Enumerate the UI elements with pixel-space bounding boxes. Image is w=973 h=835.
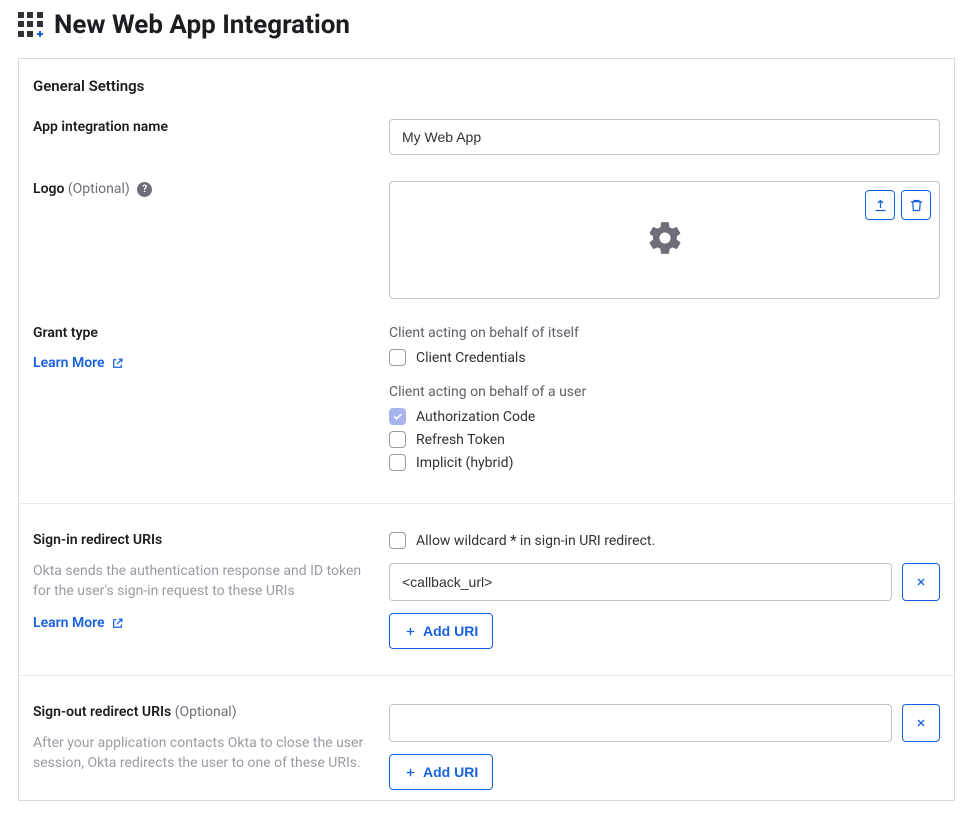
signout-uri-input[interactable] <box>389 704 892 742</box>
gear-icon <box>646 219 684 261</box>
add-signout-uri-button[interactable]: Add URI <box>389 754 493 790</box>
signin-uri-input[interactable] <box>389 563 892 601</box>
external-link-icon <box>111 617 124 630</box>
close-icon <box>915 717 927 729</box>
upload-logo-button[interactable] <box>865 190 895 220</box>
authorization-code-label: Authorization Code <box>416 409 535 425</box>
signout-uris-label: Sign-out redirect URIs (Optional) <box>33 704 369 720</box>
signin-uris-label: Sign-in redirect URIs <box>33 532 369 548</box>
grant-learn-more-link[interactable]: Learn More <box>33 355 124 371</box>
signin-helptext: Okta sends the authentication response a… <box>33 562 369 601</box>
client-credentials-label: Client Credentials <box>416 350 526 366</box>
logo-dropzone[interactable] <box>389 181 940 299</box>
plus-icon <box>404 625 417 638</box>
app-grid-icon <box>18 12 44 38</box>
app-name-label: App integration name <box>33 119 369 135</box>
remove-signin-uri-button[interactable] <box>902 563 940 601</box>
help-icon[interactable]: ? <box>137 182 152 197</box>
logo-label: Logo (Optional) ? <box>33 181 369 197</box>
logo-optional-text: (Optional) <box>68 181 130 197</box>
row-app-name: App integration name <box>19 119 954 181</box>
signout-optional-text: (Optional) <box>175 704 237 720</box>
implicit-label: Implicit (hybrid) <box>416 455 513 471</box>
grant-user-heading: Client acting on behalf of a user <box>389 384 940 400</box>
general-settings-panel: General Settings App integration name Lo… <box>18 58 955 801</box>
grant-self-heading: Client acting on behalf of itself <box>389 325 940 341</box>
add-signin-uri-button[interactable]: Add URI <box>389 613 493 649</box>
checkbox-authorization-code[interactable] <box>389 408 406 425</box>
plus-icon <box>404 766 417 779</box>
signout-helptext: After your application contacts Okta to … <box>33 734 369 773</box>
row-signout-uris: Sign-out redirect URIs (Optional) After … <box>19 675 954 800</box>
wildcard-row: Allow wildcard * in sign-in URI redirect… <box>389 532 940 549</box>
refresh-token-label: Refresh Token <box>416 432 505 448</box>
wildcard-text: Allow wildcard * in sign-in URI redirect… <box>416 533 655 549</box>
row-signin-uris: Sign-in redirect URIs Okta sends the aut… <box>19 503 954 675</box>
check-icon <box>392 411 403 422</box>
trash-icon <box>909 198 924 213</box>
checkbox-client-credentials[interactable] <box>389 349 406 366</box>
row-grant-type: Grant type Learn More Client acting on b… <box>19 325 954 503</box>
checkbox-refresh-token[interactable] <box>389 431 406 448</box>
checkbox-wildcard[interactable] <box>389 532 406 549</box>
checkbox-implicit[interactable] <box>389 454 406 471</box>
grant-type-label: Grant type <box>33 325 369 341</box>
page-title: New Web App Integration <box>54 10 350 40</box>
delete-logo-button[interactable] <box>901 190 931 220</box>
remove-signout-uri-button[interactable] <box>902 704 940 742</box>
signin-learn-more-link[interactable]: Learn More <box>33 615 124 631</box>
app-name-input[interactable] <box>389 119 940 155</box>
row-logo: Logo (Optional) ? <box>19 181 954 325</box>
section-heading: General Settings <box>19 59 954 119</box>
external-link-icon <box>111 357 124 370</box>
upload-icon <box>873 198 888 213</box>
close-icon <box>915 576 927 588</box>
